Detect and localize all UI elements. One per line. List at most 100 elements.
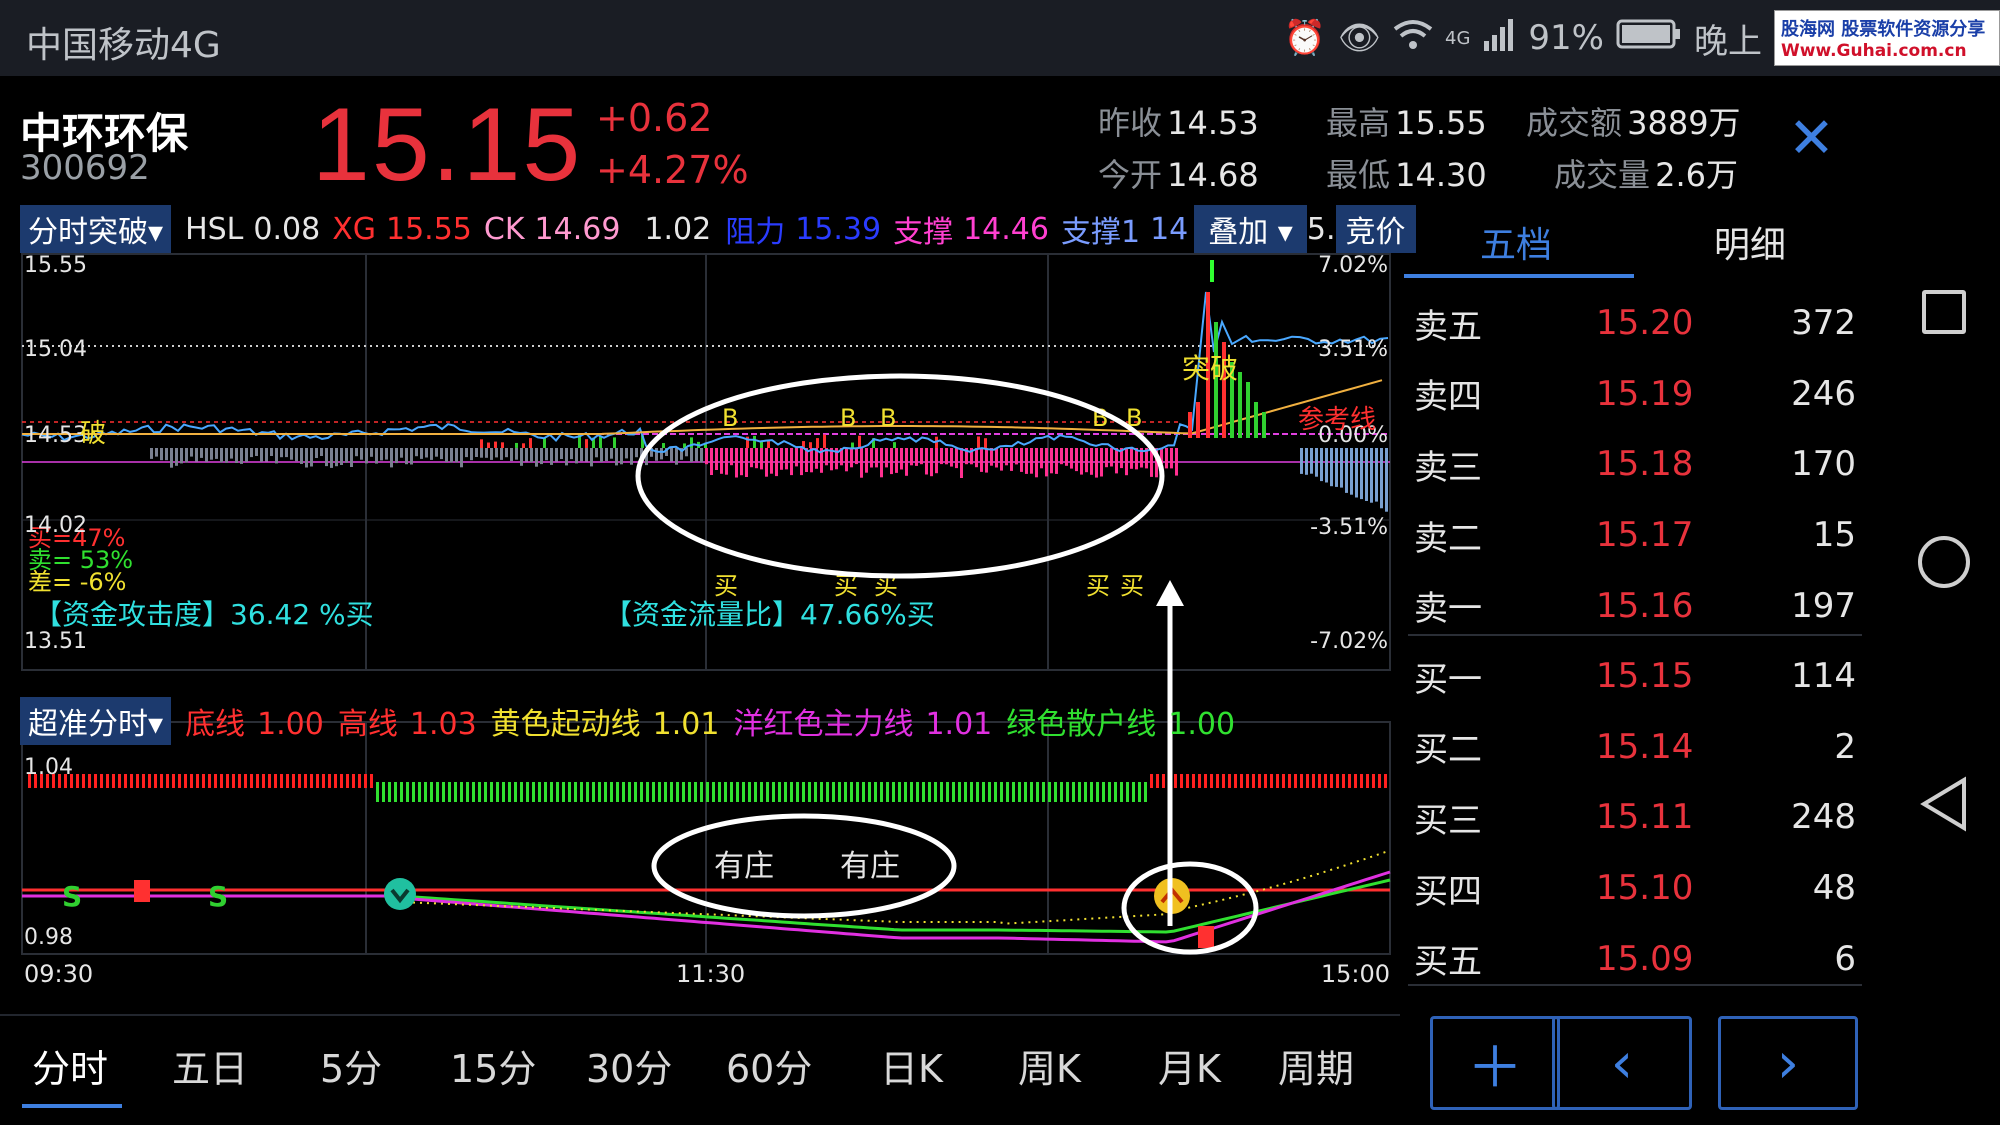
band-bar	[982, 782, 985, 802]
period-tab[interactable]: 五日	[172, 1038, 248, 1093]
band-bar	[472, 782, 475, 802]
band-bar	[328, 774, 331, 788]
band-bar	[922, 782, 925, 802]
home-icon[interactable]	[1918, 536, 1970, 588]
band-bar	[712, 782, 715, 802]
flow-bar	[800, 448, 803, 476]
legend-label: 绿色散户线	[1006, 707, 1157, 742]
flow-bar	[305, 448, 308, 468]
band-bar	[520, 782, 523, 802]
flow-bar	[750, 448, 753, 468]
flow-bar	[1060, 448, 1063, 465]
intraday-chart[interactable]: 15.55 15.04 14.53 13.51 7.02% 3.51% 0.00…	[0, 252, 1400, 1092]
eye-icon: 👁	[1337, 18, 1382, 58]
band-bar	[670, 782, 673, 802]
flow-bar	[480, 439, 483, 449]
period-tab[interactable]: 分时	[32, 1038, 108, 1093]
ck-label: CK	[483, 211, 525, 247]
flow-bar	[320, 448, 323, 456]
flow-bar	[595, 448, 598, 458]
flow-bar	[501, 442, 504, 449]
indicator-dropdown[interactable]: 分时突破▾	[20, 205, 172, 253]
tab-five-levels[interactable]: 五档	[1480, 216, 1552, 268]
band-bar	[778, 782, 781, 802]
band-bar	[52, 774, 55, 788]
period-tab[interactable]: 5分	[320, 1038, 382, 1093]
close-icon[interactable]: ✕	[1788, 111, 1838, 167]
status-icons: ⏰ 👁 4G 91% 晚上 股海网 股票软件资源分享 Www.Guhai.com…	[1284, 0, 2000, 76]
flow-bar	[1030, 448, 1033, 474]
flow-bar	[245, 448, 248, 462]
flow-bar	[1350, 448, 1353, 495]
y-label-left: 15.04	[24, 337, 87, 362]
zhicheng-value: 14.46	[963, 211, 1049, 247]
band-bar	[886, 782, 889, 802]
recent-apps-icon[interactable]	[1922, 290, 1966, 334]
flow-bar	[725, 448, 728, 475]
order-volume: 48	[1812, 868, 1856, 909]
flow-bar	[950, 448, 953, 467]
legend-label: 黄色起动线	[490, 707, 641, 742]
flow-bar	[490, 448, 493, 460]
order-book-row: 卖三 15.18 170	[1410, 429, 1874, 500]
order-volume: 248	[1791, 797, 1856, 838]
period-tab[interactable]: 30分	[586, 1038, 672, 1093]
flow-bar	[935, 448, 938, 474]
flow-bar	[795, 448, 798, 467]
xg-value: 15.55	[386, 211, 472, 247]
order-level-label: 卖五	[1414, 306, 1482, 347]
signal-icon	[1482, 17, 1516, 60]
order-price: 15.18	[1596, 444, 1694, 485]
overlay-dropdown[interactable]: 叠加 ▾	[1194, 205, 1307, 253]
bottom-indicator-bar: 超准分时▾ 底线 1.00 高线 1.03 黄色起动线 1.01 洋红色主力线 1.01 绿色散…	[20, 697, 1235, 745]
band-bar	[952, 782, 955, 802]
order-price: 15.11	[1596, 797, 1694, 838]
average-price-line	[22, 379, 1383, 435]
flow-bar	[160, 448, 163, 461]
tab-details[interactable]: 明细	[1714, 216, 1786, 268]
highlight-ellipse	[635, 373, 1165, 579]
band-bar	[592, 782, 595, 802]
flow-bar	[870, 448, 873, 468]
bottom-indicator-dropdown[interactable]: 超准分时▾	[20, 697, 172, 745]
flow-bar	[190, 448, 193, 457]
flow-bar	[705, 448, 708, 465]
order-price: 15.16	[1596, 585, 1694, 626]
flow-bar	[1320, 448, 1323, 482]
flow-bar	[450, 448, 453, 463]
band-bar	[70, 774, 73, 788]
band-bar	[1246, 774, 1249, 788]
next-button[interactable]: ›	[1718, 1016, 1858, 1110]
flow-bar	[435, 448, 438, 457]
band-bar	[1222, 774, 1225, 788]
band-bar	[88, 774, 91, 788]
flow-bar	[220, 448, 223, 463]
prev-button[interactable]: ‹	[1552, 1016, 1692, 1110]
band-bar	[1048, 782, 1051, 802]
band-bar	[280, 774, 283, 788]
period-tab[interactable]: 15分	[450, 1038, 536, 1093]
period-tab[interactable]: 月K	[1158, 1038, 1221, 1093]
add-button[interactable]: ＋	[1430, 1016, 1560, 1110]
band-bar	[616, 782, 619, 802]
band-bar	[994, 782, 997, 802]
band-bar	[496, 782, 499, 802]
band-bar	[1066, 782, 1069, 802]
band-bar	[298, 774, 301, 788]
period-tab[interactable]: 日K	[880, 1038, 943, 1093]
period-tab[interactable]: 周K	[1018, 1038, 1081, 1093]
band-bar	[124, 774, 127, 788]
flow-bar	[720, 448, 723, 474]
flow-bar	[900, 448, 903, 470]
period-tab[interactable]: 60分	[726, 1038, 812, 1093]
band-bar	[970, 782, 973, 802]
back-icon[interactable]	[1918, 776, 1970, 832]
band-bar	[238, 774, 241, 788]
break-label: 破	[80, 419, 106, 449]
band-bar	[862, 782, 865, 802]
period-tab[interactable]: 周期	[1278, 1038, 1354, 1093]
order-book-row: 卖五 15.20 372	[1410, 288, 1874, 359]
quote-open: 今开 14.68	[1098, 156, 1259, 194]
flow-bar	[1385, 448, 1388, 512]
price-change-percent: +4.27%	[596, 148, 749, 192]
